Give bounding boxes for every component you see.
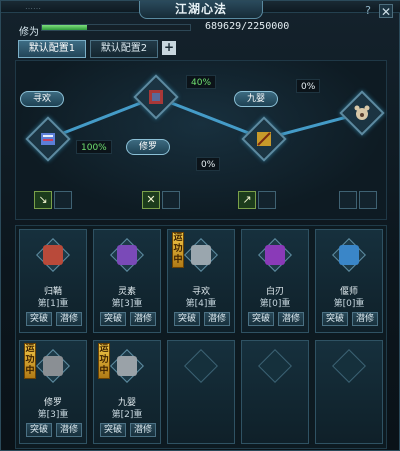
skill-icon-diamond bbox=[332, 349, 366, 383]
bear-paw-icon bbox=[354, 105, 370, 120]
skill-icon-frame bbox=[36, 238, 70, 272]
close-button[interactable]: ✕ bbox=[379, 4, 393, 19]
active-badge: 运功中 bbox=[172, 232, 184, 268]
book-red-icon bbox=[43, 245, 63, 265]
skill-level: 第[0]重 bbox=[259, 299, 291, 309]
latent-cultivate-button[interactable]: 潜修 bbox=[278, 312, 304, 326]
path-percent: 40% bbox=[186, 75, 217, 89]
skill-icon-frame bbox=[332, 238, 366, 272]
path-node-label: 九婴 bbox=[234, 91, 278, 107]
skill-card[interactable]: 偃师 第[0]重 突破 潜修 bbox=[315, 229, 383, 333]
skill-icon-diamond bbox=[184, 349, 218, 383]
xiuwei-progress-bar bbox=[41, 24, 191, 31]
skill-card[interactable]: 运功中修罗 第[3]重 突破 潜修 bbox=[19, 340, 87, 444]
cube-blue-icon bbox=[339, 245, 359, 265]
path-node-xiuluo[interactable] bbox=[133, 74, 179, 120]
breakthrough-button[interactable]: 突破 bbox=[174, 312, 200, 326]
title-plate: 江湖心法 bbox=[139, 1, 263, 19]
breakthrough-button[interactable]: 突破 bbox=[248, 312, 274, 326]
skill-level: 第[3]重 bbox=[111, 299, 143, 309]
empty-skill-slot[interactable] bbox=[241, 340, 309, 444]
equip-slot[interactable]: ↗ bbox=[238, 191, 256, 209]
orb-purple-icon bbox=[265, 245, 285, 265]
equip-slot[interactable] bbox=[359, 191, 377, 209]
path-node-label: 寻欢 bbox=[20, 91, 64, 107]
latent-cultivate-button[interactable]: 潜修 bbox=[56, 423, 82, 437]
armor-red-icon bbox=[149, 90, 163, 104]
path-node-label: 修罗 bbox=[126, 139, 170, 155]
equip-slot[interactable] bbox=[54, 191, 72, 209]
skill-icon-frame bbox=[184, 349, 218, 383]
skill-card[interactable]: 灵素 第[3]重 突破 潜修 bbox=[93, 229, 161, 333]
xiuwei-progress-fill bbox=[42, 25, 88, 30]
skill-icon-frame bbox=[110, 238, 144, 272]
skill-level: 第[2]重 bbox=[111, 410, 143, 420]
equip-slot[interactable]: ↘ bbox=[34, 191, 52, 209]
skill-icon-frame bbox=[36, 349, 70, 383]
latent-cultivate-button[interactable]: 潜修 bbox=[130, 423, 156, 437]
breakthrough-button[interactable]: 突破 bbox=[100, 423, 126, 437]
gold-blade-icon bbox=[257, 132, 271, 146]
skill-card[interactable]: 白刃 第[0]重 突破 潜修 bbox=[241, 229, 309, 333]
tab-config-1[interactable]: 默认配置1 bbox=[18, 40, 86, 58]
path-percent: 100% bbox=[76, 140, 112, 154]
latent-cultivate-button[interactable]: 潜修 bbox=[130, 312, 156, 326]
scroll-grey-icon bbox=[191, 245, 211, 265]
armor-grey-icon bbox=[43, 356, 63, 376]
scroll-blue-icon bbox=[41, 133, 55, 145]
skill-icon-frame bbox=[110, 349, 144, 383]
skill-level: 第[0]重 bbox=[333, 299, 365, 309]
empty-skill-slot[interactable] bbox=[315, 340, 383, 444]
skill-card[interactable]: 运功中九婴 第[2]重 突破 潜修 bbox=[93, 340, 161, 444]
help-button[interactable]: ? bbox=[361, 4, 375, 18]
latent-cultivate-button[interactable]: 潜修 bbox=[352, 312, 378, 326]
equip-slot[interactable] bbox=[258, 191, 276, 209]
empty-skill-slot[interactable] bbox=[167, 340, 235, 444]
active-badge: 运功中 bbox=[24, 343, 36, 379]
skill-icon-diamond bbox=[258, 349, 292, 383]
latent-cultivate-button[interactable]: 潜修 bbox=[204, 312, 230, 326]
claw-icon: ✕ bbox=[146, 193, 156, 206]
skill-level: 第[1]重 bbox=[37, 299, 69, 309]
path-node-xunhuan[interactable] bbox=[25, 116, 71, 162]
breakthrough-button[interactable]: 突破 bbox=[100, 312, 126, 326]
path-node-final[interactable] bbox=[339, 90, 385, 136]
equip-slot[interactable] bbox=[162, 191, 180, 209]
blade-grey-icon bbox=[117, 356, 137, 376]
skill-icon-frame bbox=[184, 238, 218, 272]
path-percent: 0% bbox=[196, 157, 221, 171]
path-node-jiuying[interactable] bbox=[241, 116, 287, 162]
tab-config-2[interactable]: 默认配置2 bbox=[90, 40, 158, 58]
equip-slot[interactable] bbox=[339, 191, 357, 209]
top-faded-text: …… bbox=[25, 2, 41, 11]
skill-card[interactable]: 归鞘 第[1]重 突破 潜修 bbox=[19, 229, 87, 333]
latent-cultivate-button[interactable]: 潜修 bbox=[56, 312, 82, 326]
xiuwei-value: 689629/2250000 bbox=[205, 21, 290, 32]
skill-card[interactable]: 运功中寻欢 第[4]重 突破 潜修 bbox=[167, 229, 235, 333]
active-badge: 运功中 bbox=[98, 343, 110, 379]
book-purple-icon bbox=[117, 245, 137, 265]
dagger-icon: ↘ bbox=[38, 193, 48, 206]
skill-icon-frame bbox=[332, 349, 366, 383]
breakthrough-button[interactable]: 突破 bbox=[26, 312, 52, 326]
skill-level: 第[3]重 bbox=[37, 410, 69, 420]
skill-grid: 归鞘 第[1]重 突破 潜修 灵素 第[3]重 突破 潜修运功中寻欢 第[4]重 突破 潜修 白刃 第[… bbox=[15, 225, 387, 449]
path-percent: 0% bbox=[296, 79, 321, 93]
skill-level: 第[4]重 bbox=[185, 299, 217, 309]
martial-arts-window: …… 江湖心法 ? ✕ 修为 689629/2250000 默认配置1 默认配置… bbox=[0, 0, 400, 451]
skill-icon-frame bbox=[258, 238, 292, 272]
xiuwei-label: 修为 bbox=[19, 27, 39, 38]
skill-icon-frame bbox=[258, 349, 292, 383]
equip-slot[interactable]: ✕ bbox=[142, 191, 160, 209]
window-title: 江湖心法 bbox=[174, 2, 227, 16]
breakthrough-button[interactable]: 突破 bbox=[322, 312, 348, 326]
add-config-button[interactable]: + bbox=[162, 41, 176, 55]
sword-icon: ↗ bbox=[242, 193, 252, 206]
breakthrough-button[interactable]: 突破 bbox=[26, 423, 52, 437]
